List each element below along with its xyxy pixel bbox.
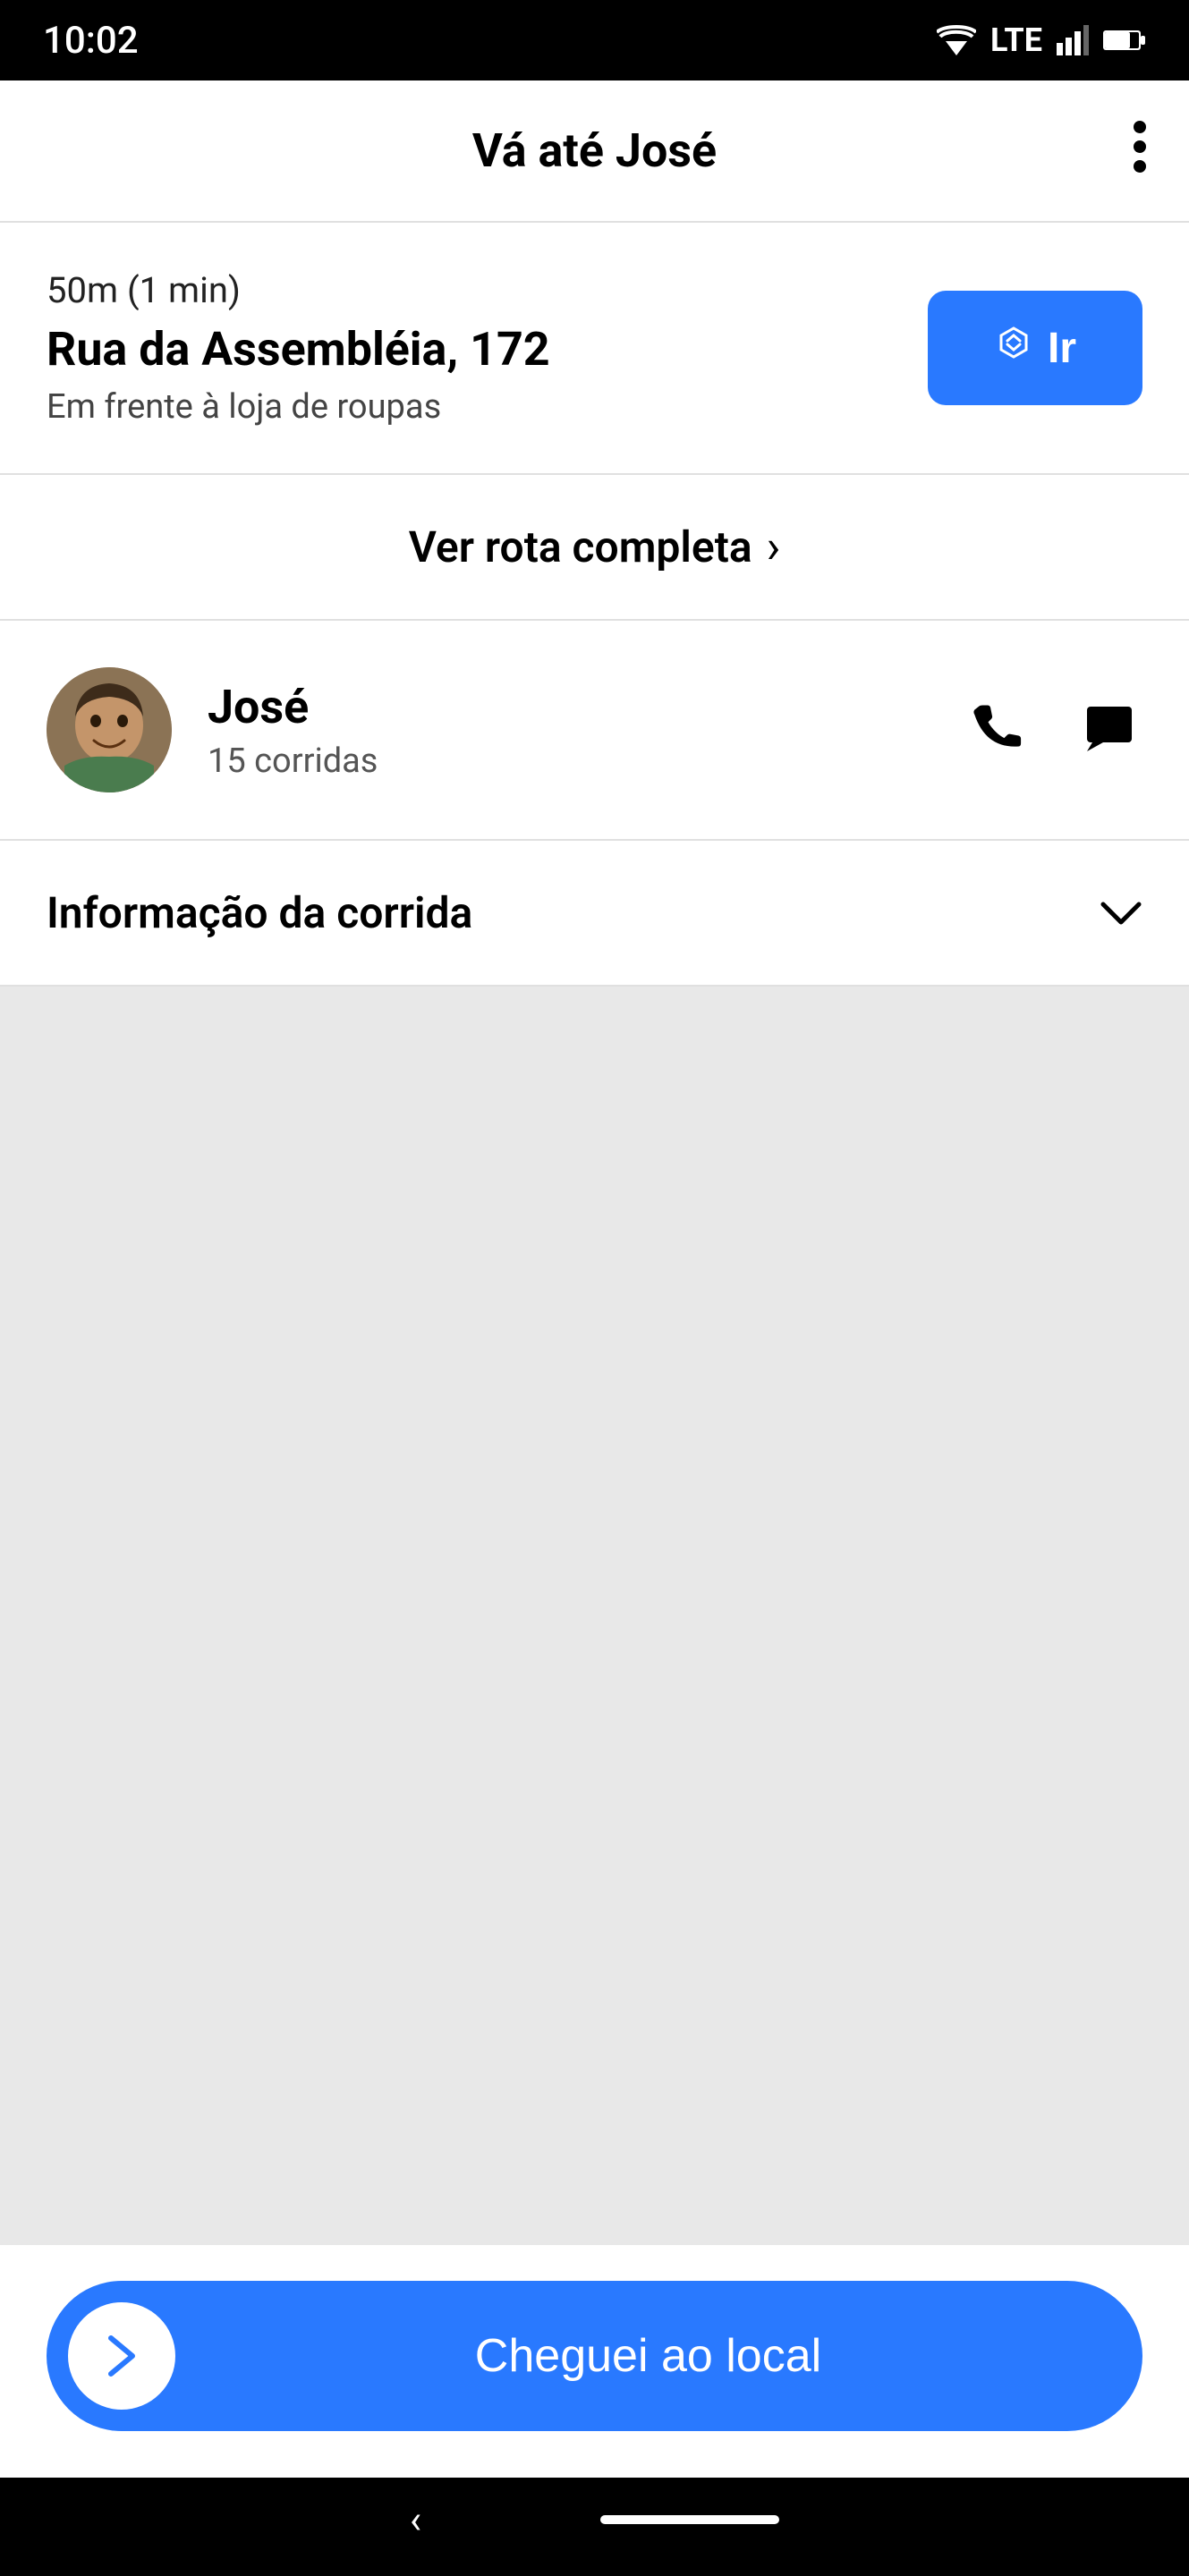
lte-icon: LTE [990, 21, 1042, 59]
chevron-right-icon [97, 2331, 147, 2381]
more-menu-button[interactable] [1134, 120, 1146, 182]
address-street: Rua da Assembléia, 172 [47, 322, 928, 377]
passenger-avatar [47, 667, 172, 792]
signal-icon [1057, 25, 1089, 55]
back-button[interactable]: ‹ [410, 2496, 421, 2543]
ride-info-section[interactable]: Informação da corrida [0, 841, 1189, 987]
address-hint: Em frente à loja de roupas [47, 387, 928, 427]
go-button-icon [994, 323, 1033, 373]
arrived-button-label: Cheguei ao local [175, 2329, 1121, 2383]
go-button-label: Ir [1048, 324, 1076, 373]
call-button[interactable] [964, 696, 1030, 765]
phone-icon [971, 703, 1023, 755]
go-button[interactable]: Ir [928, 291, 1142, 405]
top-bar: Vá até José [0, 80, 1189, 223]
passenger-info: José 15 corridas [208, 680, 928, 781]
nav-bar: ‹ [0, 2478, 1189, 2576]
passenger-section: José 15 corridas [0, 621, 1189, 841]
wifi-icon [937, 25, 976, 55]
address-distance: 50m (1 min) [47, 269, 928, 311]
arrived-button-circle [68, 2302, 175, 2410]
address-info: 50m (1 min) Rua da Assembléia, 172 Em fr… [47, 269, 928, 427]
page-title: Vá até José [472, 123, 717, 178]
route-label: Ver rota completa [409, 521, 752, 572]
route-chevron-icon: › [767, 520, 781, 574]
bottom-section: Cheguei ao local [0, 2245, 1189, 2478]
chevron-down-icon [1100, 887, 1142, 938]
chat-icon [1083, 703, 1135, 755]
status-bar: 10:02 LTE [0, 0, 1189, 80]
route-section[interactable]: Ver rota completa › [0, 475, 1189, 621]
map-area [0, 987, 1189, 2245]
status-time: 10:02 [43, 19, 139, 63]
battery-icon [1103, 29, 1146, 52]
passenger-rides: 15 corridas [208, 741, 928, 781]
arrived-button[interactable]: Cheguei ao local [47, 2281, 1142, 2431]
message-button[interactable] [1076, 696, 1142, 765]
status-icons: LTE [937, 21, 1146, 59]
home-indicator[interactable] [600, 2515, 779, 2524]
address-section: 50m (1 min) Rua da Assembléia, 172 Em fr… [0, 223, 1189, 475]
passenger-actions [964, 696, 1142, 765]
passenger-name: José [208, 680, 928, 734]
ride-info-label: Informação da corrida [47, 887, 472, 938]
